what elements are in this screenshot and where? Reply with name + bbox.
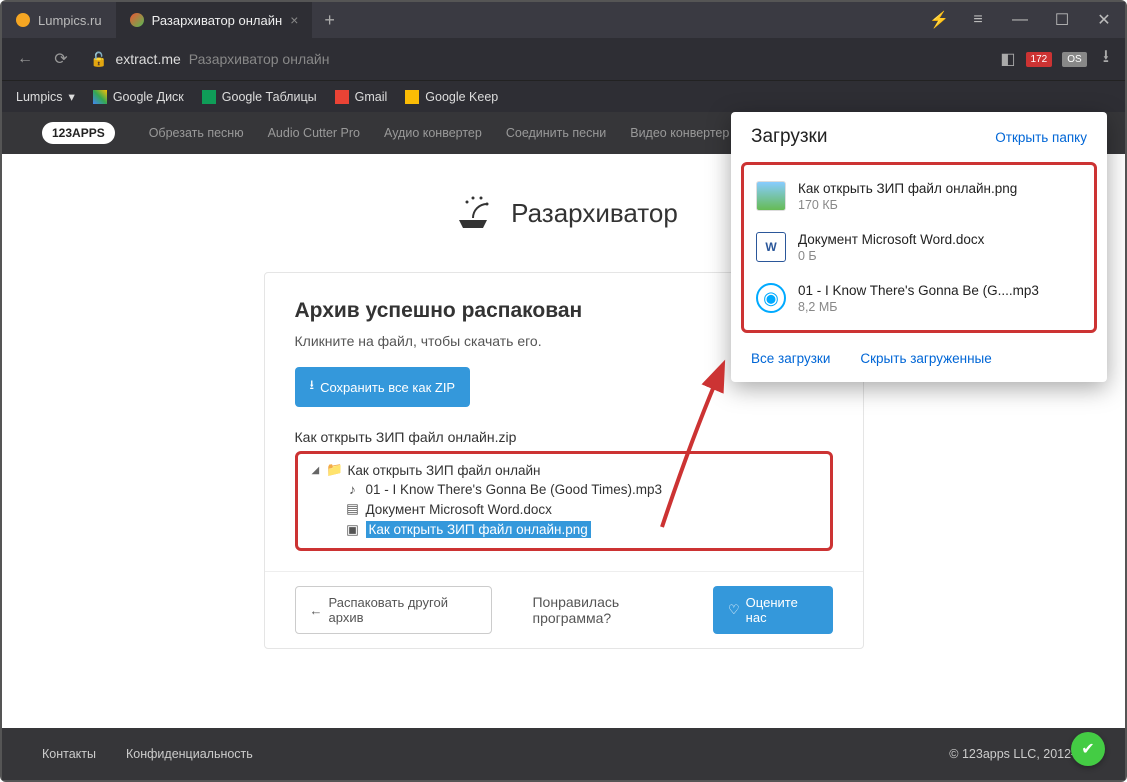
- url-title: Разархиватор онлайн: [189, 51, 330, 67]
- tab-extract[interactable]: Разархиватор онлайн ×: [116, 2, 313, 38]
- unarchiver-icon: [449, 184, 497, 242]
- footer-contacts[interactable]: Контакты: [42, 747, 96, 761]
- tree-file-row[interactable]: ▤ Документ Microsoft Word.docx: [346, 499, 822, 519]
- archive-filename: Как открыть ЗИП файл онлайн.zip: [295, 429, 833, 445]
- reload-button[interactable]: ⟳: [48, 46, 74, 72]
- sheets-icon: [202, 90, 216, 104]
- settings-icon[interactable]: ≡: [957, 2, 999, 38]
- tab-label: Lumpics.ru: [38, 13, 102, 28]
- security-shield-icon[interactable]: ✔: [1071, 732, 1105, 766]
- download-name: Как открыть ЗИП файл онлайн.png: [798, 181, 1017, 196]
- page-footer: Контакты Конфиденциальность © 123apps LL…: [2, 728, 1125, 780]
- extension-badge[interactable]: OS: [1062, 52, 1086, 67]
- downloads-panel: Загрузки Открыть папку Как открыть ЗИП ф…: [731, 112, 1107, 382]
- keep-icon: [405, 90, 419, 104]
- close-window-button[interactable]: ✕: [1083, 2, 1125, 38]
- back-button[interactable]: ←: [12, 46, 38, 72]
- extension-badge[interactable]: 172: [1026, 52, 1053, 67]
- turbo-icon[interactable]: ⚡: [921, 2, 957, 38]
- image-file-icon: ▣: [346, 522, 360, 538]
- drive-icon: [93, 90, 107, 104]
- new-tab-button[interactable]: +: [312, 2, 347, 38]
- download-size: 170 КБ: [798, 198, 1017, 212]
- open-folder-link[interactable]: Открыть папку: [995, 130, 1087, 145]
- download-item[interactable]: ◉ 01 - I Know There's Gonna Be (G....mp3…: [748, 273, 1090, 324]
- downloads-list: Как открыть ЗИП файл онлайн.png 170 КБ W…: [741, 162, 1097, 333]
- back-arrow-icon: ←: [310, 603, 323, 618]
- url-input[interactable]: 🔓 extract.me Разархиватор онлайн: [84, 47, 990, 72]
- nav-item[interactable]: Аудио конвертер: [384, 126, 482, 140]
- maximize-button[interactable]: ☐: [1041, 2, 1083, 38]
- download-name: 01 - I Know There's Gonna Be (G....mp3: [798, 283, 1039, 298]
- tab-lumpics[interactable]: Lumpics.ru: [2, 2, 116, 38]
- minimize-button[interactable]: —: [999, 2, 1041, 38]
- address-bar: ← ⟳ 🔓 extract.me Разархиватор онлайн ◧ 1…: [2, 38, 1125, 80]
- bookmark-gmail[interactable]: Gmail: [335, 90, 388, 104]
- file-name: Как открыть ЗИП файл онлайн.png: [366, 521, 591, 538]
- download-name: Документ Microsoft Word.docx: [798, 232, 984, 247]
- nav-item[interactable]: Audio Cutter Pro: [268, 126, 360, 140]
- download-size: 8,2 МБ: [798, 300, 1039, 314]
- like-question: Понравилась программа?: [532, 594, 693, 626]
- folder-name: Как открыть ЗИП файл онлайн: [348, 463, 541, 478]
- nav-item[interactable]: Видео конвертер: [630, 126, 729, 140]
- hero: Разархиватор: [449, 184, 678, 242]
- bookmarks-bar: Lumpics ▾ Google Диск Google Таблицы Gma…: [2, 80, 1125, 112]
- folder-icon: 📁: [328, 462, 342, 478]
- card-footer: ← Распаковать другой архив Понравилась п…: [265, 571, 863, 648]
- tree-file-row-selected[interactable]: ▣ Как открыть ЗИП файл онлайн.png: [346, 519, 822, 540]
- favicon-icon: [16, 13, 30, 27]
- bookmark-keep[interactable]: Google Keep: [405, 90, 498, 104]
- bookmark-sheets[interactable]: Google Таблицы: [202, 90, 317, 104]
- tree-folder-row[interactable]: ◢ 📁 Как открыть ЗИП файл онлайн: [306, 460, 822, 480]
- bookmark-lumpics[interactable]: Lumpics ▾: [16, 89, 75, 104]
- all-downloads-link[interactable]: Все загрузки: [751, 351, 830, 366]
- word-thumb-icon: W: [756, 232, 786, 262]
- music-file-icon: ♪: [346, 482, 360, 497]
- download-icon: ⭳: [310, 376, 315, 398]
- gmail-icon: [335, 90, 349, 104]
- footer-privacy[interactable]: Конфиденциальность: [126, 747, 253, 761]
- bookmark-icon[interactable]: ◧: [1000, 49, 1015, 69]
- nav-item[interactable]: Соединить песни: [506, 126, 606, 140]
- window-controls: ≡ — ☐ ✕: [957, 2, 1125, 38]
- tab-label: Разархиватор онлайн: [152, 13, 283, 28]
- image-thumb-icon: [756, 181, 786, 211]
- save-all-zip-button[interactable]: ⭳ Сохранить все как ZIP: [295, 367, 471, 407]
- url-domain: extract.me: [115, 51, 180, 67]
- downloads-title: Загрузки: [751, 126, 827, 148]
- footer-copyright: © 123apps LLC, 2012–2: [949, 747, 1085, 761]
- window-titlebar: Lumpics.ru Разархиватор онлайн × + ⚡ ≡ —…: [2, 2, 1125, 38]
- document-file-icon: ▤: [346, 501, 360, 517]
- site-logo[interactable]: 123APPS: [42, 122, 115, 144]
- heart-icon: ♡: [728, 602, 740, 618]
- file-name: Документ Microsoft Word.docx: [366, 502, 552, 517]
- bookmark-drive[interactable]: Google Диск: [93, 90, 184, 104]
- hide-downloads-link[interactable]: Скрыть загруженные: [860, 351, 991, 366]
- favicon-icon: [130, 13, 144, 27]
- file-name: 01 - I Know There's Gonna Be (Good Times…: [366, 482, 662, 497]
- audio-thumb-icon: ◉: [756, 283, 786, 313]
- page-title: Разархиватор: [511, 198, 678, 229]
- download-size: 0 Б: [798, 249, 984, 263]
- tree-file-row[interactable]: ♪ 01 - I Know There's Gonna Be (Good Tim…: [346, 480, 822, 499]
- caret-icon: ◢: [312, 465, 322, 476]
- close-tab-icon[interactable]: ×: [290, 12, 298, 28]
- lock-icon: 🔓: [90, 51, 107, 68]
- download-item[interactable]: Как открыть ЗИП файл онлайн.png 170 КБ: [748, 171, 1090, 222]
- unpack-other-button[interactable]: ← Распаковать другой архив: [295, 586, 493, 634]
- downloads-button[interactable]: ⭳: [1097, 44, 1115, 74]
- nav-item[interactable]: Обрезать песню: [149, 126, 244, 140]
- file-tree: ◢ 📁 Как открыть ЗИП файл онлайн ♪ 01 - I…: [295, 451, 833, 551]
- rate-button[interactable]: ♡ Оцените нас: [713, 586, 832, 634]
- download-item[interactable]: W Документ Microsoft Word.docx 0 Б: [748, 222, 1090, 273]
